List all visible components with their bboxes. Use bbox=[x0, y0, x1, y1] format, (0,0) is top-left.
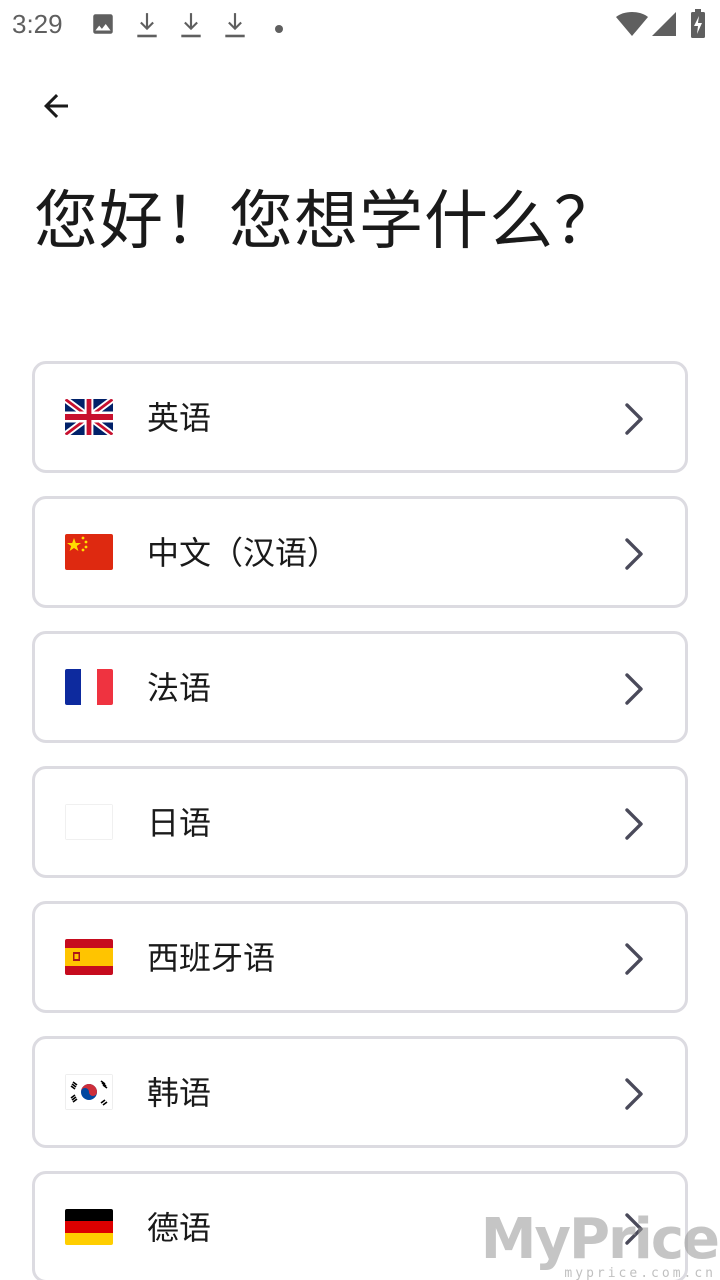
download-icon bbox=[134, 11, 160, 43]
france-flag-icon bbox=[65, 669, 113, 705]
spain-flag-icon bbox=[65, 939, 113, 975]
language-label: 日语 bbox=[147, 804, 212, 842]
page-title: 您好！您想学什么？ bbox=[34, 185, 619, 259]
image-icon bbox=[90, 11, 116, 41]
language-item-japanese[interactable]: 日语 bbox=[32, 766, 688, 878]
download-icon bbox=[222, 11, 248, 43]
download-icon bbox=[178, 11, 204, 43]
language-label: 西班牙语 bbox=[147, 939, 276, 977]
battery-charging-icon bbox=[690, 9, 706, 43]
status-time: 3:29 bbox=[12, 9, 63, 39]
language-label: 法语 bbox=[147, 669, 212, 707]
watermark: MyPrice myprice.com.cn bbox=[481, 1205, 720, 1280]
germany-flag-icon bbox=[65, 1209, 113, 1245]
chevron-right-icon bbox=[623, 807, 645, 841]
chevron-right-icon bbox=[623, 672, 645, 706]
wifi-icon bbox=[616, 12, 648, 42]
korea-flag-icon bbox=[65, 1074, 113, 1110]
back-button[interactable] bbox=[28, 80, 84, 136]
language-item-chinese[interactable]: 中文（汉语） bbox=[32, 496, 688, 608]
signal-icon bbox=[652, 12, 676, 42]
watermark-logo-text: MyPrice bbox=[480, 1207, 720, 1272]
language-label: 英语 bbox=[147, 399, 212, 437]
chevron-right-icon bbox=[623, 1077, 645, 1111]
language-label: 韩语 bbox=[147, 1074, 212, 1112]
language-item-english[interactable]: 英语 bbox=[32, 361, 688, 473]
chevron-right-icon bbox=[623, 402, 645, 436]
japan-flag-icon bbox=[65, 804, 113, 840]
language-list: 英语 中文（汉语） 法语 日语 西班牙语 韩语 德语 bbox=[32, 361, 688, 1280]
status-bar: 3:29 bbox=[0, 0, 720, 50]
language-item-spanish[interactable]: 西班牙语 bbox=[32, 901, 688, 1013]
language-label: 中文（汉语） bbox=[147, 534, 340, 572]
language-item-french[interactable]: 法语 bbox=[32, 631, 688, 743]
uk-flag-icon bbox=[65, 399, 113, 435]
dot-icon bbox=[274, 19, 284, 38]
language-label: 德语 bbox=[147, 1209, 212, 1247]
watermark-url-text: myprice.com.cn bbox=[564, 1266, 716, 1280]
language-item-korean[interactable]: 韩语 bbox=[32, 1036, 688, 1148]
chevron-right-icon bbox=[623, 537, 645, 571]
china-flag-icon bbox=[65, 534, 113, 570]
chevron-right-icon bbox=[623, 942, 645, 976]
arrow-left-icon bbox=[38, 88, 74, 128]
